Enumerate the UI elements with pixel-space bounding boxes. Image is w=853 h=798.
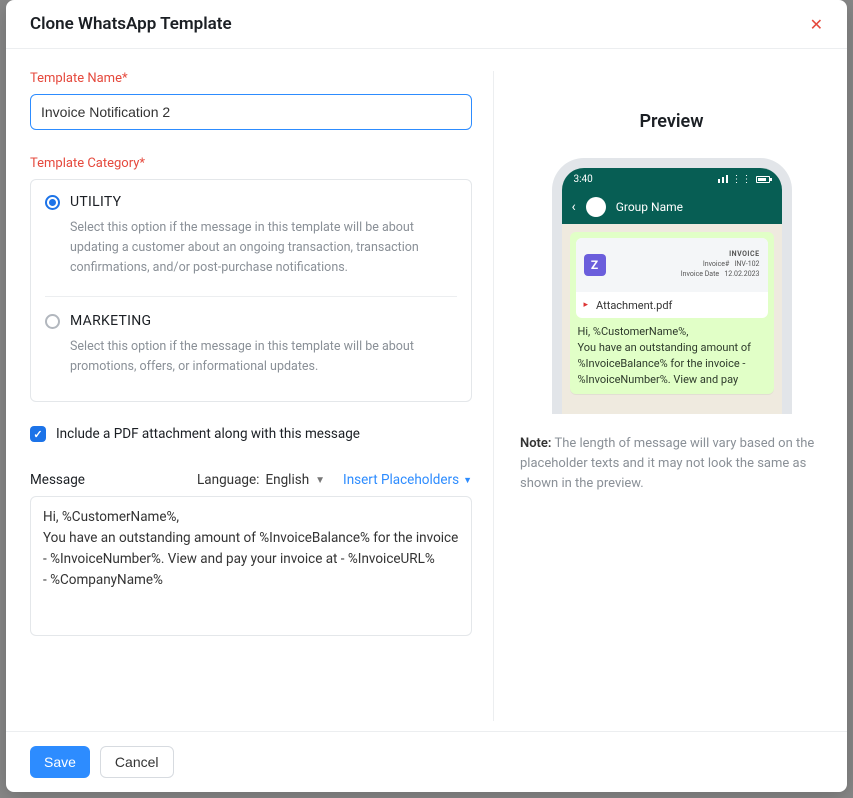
include-pdf-checkbox-row[interactable]: ✓ Include a PDF attachment along with th… (30, 426, 473, 442)
wifi-icon: ⋮⋮ (732, 174, 752, 185)
insert-placeholders-link[interactable]: Insert Placeholders ▼ (343, 472, 472, 488)
category-title: UTILITY (70, 194, 121, 210)
form-column: Template Name* Template Category* UTILIT… (30, 71, 493, 721)
clone-template-modal: Clone WhatsApp Template ✕ Template Name*… (6, 0, 847, 792)
message-header-row: Message Language: English ▼ Insert Place… (30, 472, 472, 488)
close-icon[interactable]: ✕ (810, 15, 823, 34)
category-description: Select this option if the message in thi… (70, 218, 457, 278)
pdf-icon: ▸ (584, 300, 589, 310)
preview-title: Preview (520, 111, 823, 132)
invoice-meta: INVOICE Invoice# INV-102 Invoice Date 12… (681, 250, 760, 279)
avatar (586, 197, 606, 217)
insert-placeholders-label: Insert Placeholders (343, 472, 459, 488)
modal-footer: Save Cancel (6, 731, 847, 792)
category-group: UTILITY Select this option if the messag… (30, 179, 472, 402)
signal-icon (718, 175, 728, 183)
category-title: MARKETING (70, 313, 151, 329)
language-value: English (265, 472, 309, 488)
group-name: Group Name (616, 200, 683, 214)
back-chevron-icon: ‹ (572, 199, 576, 215)
save-button[interactable]: Save (30, 746, 90, 778)
preview-note: Note: The length of message will vary ba… (520, 434, 823, 494)
modal-body: Template Name* Template Category* UTILIT… (6, 49, 847, 731)
modal-title: Clone WhatsApp Template (30, 14, 232, 34)
radio-selected-icon (45, 195, 60, 210)
cancel-button[interactable]: Cancel (100, 746, 174, 778)
note-label: Note: (520, 436, 551, 451)
message-label: Message (30, 472, 85, 488)
caret-down-icon: ▼ (463, 475, 472, 486)
radio-unselected-icon (45, 314, 60, 329)
message-bubble: Z INVOICE Invoice# INV-102 Invoice Date … (570, 232, 774, 394)
modal-header: Clone WhatsApp Template ✕ (6, 0, 847, 49)
template-name-input[interactable] (30, 94, 472, 130)
battery-icon (756, 176, 770, 183)
message-textarea[interactable] (30, 496, 472, 636)
include-pdf-label: Include a PDF attachment along with this… (56, 426, 360, 442)
document-preview: Z INVOICE Invoice# INV-102 Invoice Date … (576, 238, 768, 292)
category-description: Select this option if the message in thi… (70, 337, 457, 377)
category-option-utility[interactable]: UTILITY Select this option if the messag… (45, 194, 457, 296)
phone-status-bar: 3:40 ⋮⋮ (562, 168, 782, 190)
status-time: 3:40 (574, 174, 593, 185)
attachment-row: ▸ Attachment.pdf (576, 292, 768, 318)
attachment-name: Attachment.pdf (596, 299, 672, 312)
invoice-word: INVOICE (681, 250, 760, 260)
status-icons: ⋮⋮ (718, 174, 770, 185)
language-select[interactable]: Language: English ▼ (197, 472, 325, 488)
preview-column: Preview 3:40 ⋮⋮ ‹ Group Name (493, 71, 823, 721)
document-card: Z INVOICE Invoice# INV-102 Invoice Date … (576, 238, 768, 318)
app-logo-icon: Z (584, 254, 606, 276)
category-option-marketing[interactable]: MARKETING Select this option if the mess… (45, 313, 457, 395)
checkbox-checked-icon: ✓ (30, 426, 46, 442)
whatsapp-header: ‹ Group Name (562, 190, 782, 224)
phone-preview: 3:40 ⋮⋮ ‹ Group Name (552, 158, 792, 414)
language-label: Language: (197, 472, 259, 488)
bubble-text: Hi, %CustomerName%, You have an outstand… (576, 320, 768, 388)
chat-area: Z INVOICE Invoice# INV-102 Invoice Date … (562, 224, 782, 402)
note-text: The length of message will vary based on… (520, 436, 814, 491)
template-name-label: Template Name* (30, 71, 473, 86)
chevron-down-icon: ▼ (315, 475, 325, 486)
divider (45, 296, 457, 297)
template-category-label: Template Category* (30, 156, 473, 171)
